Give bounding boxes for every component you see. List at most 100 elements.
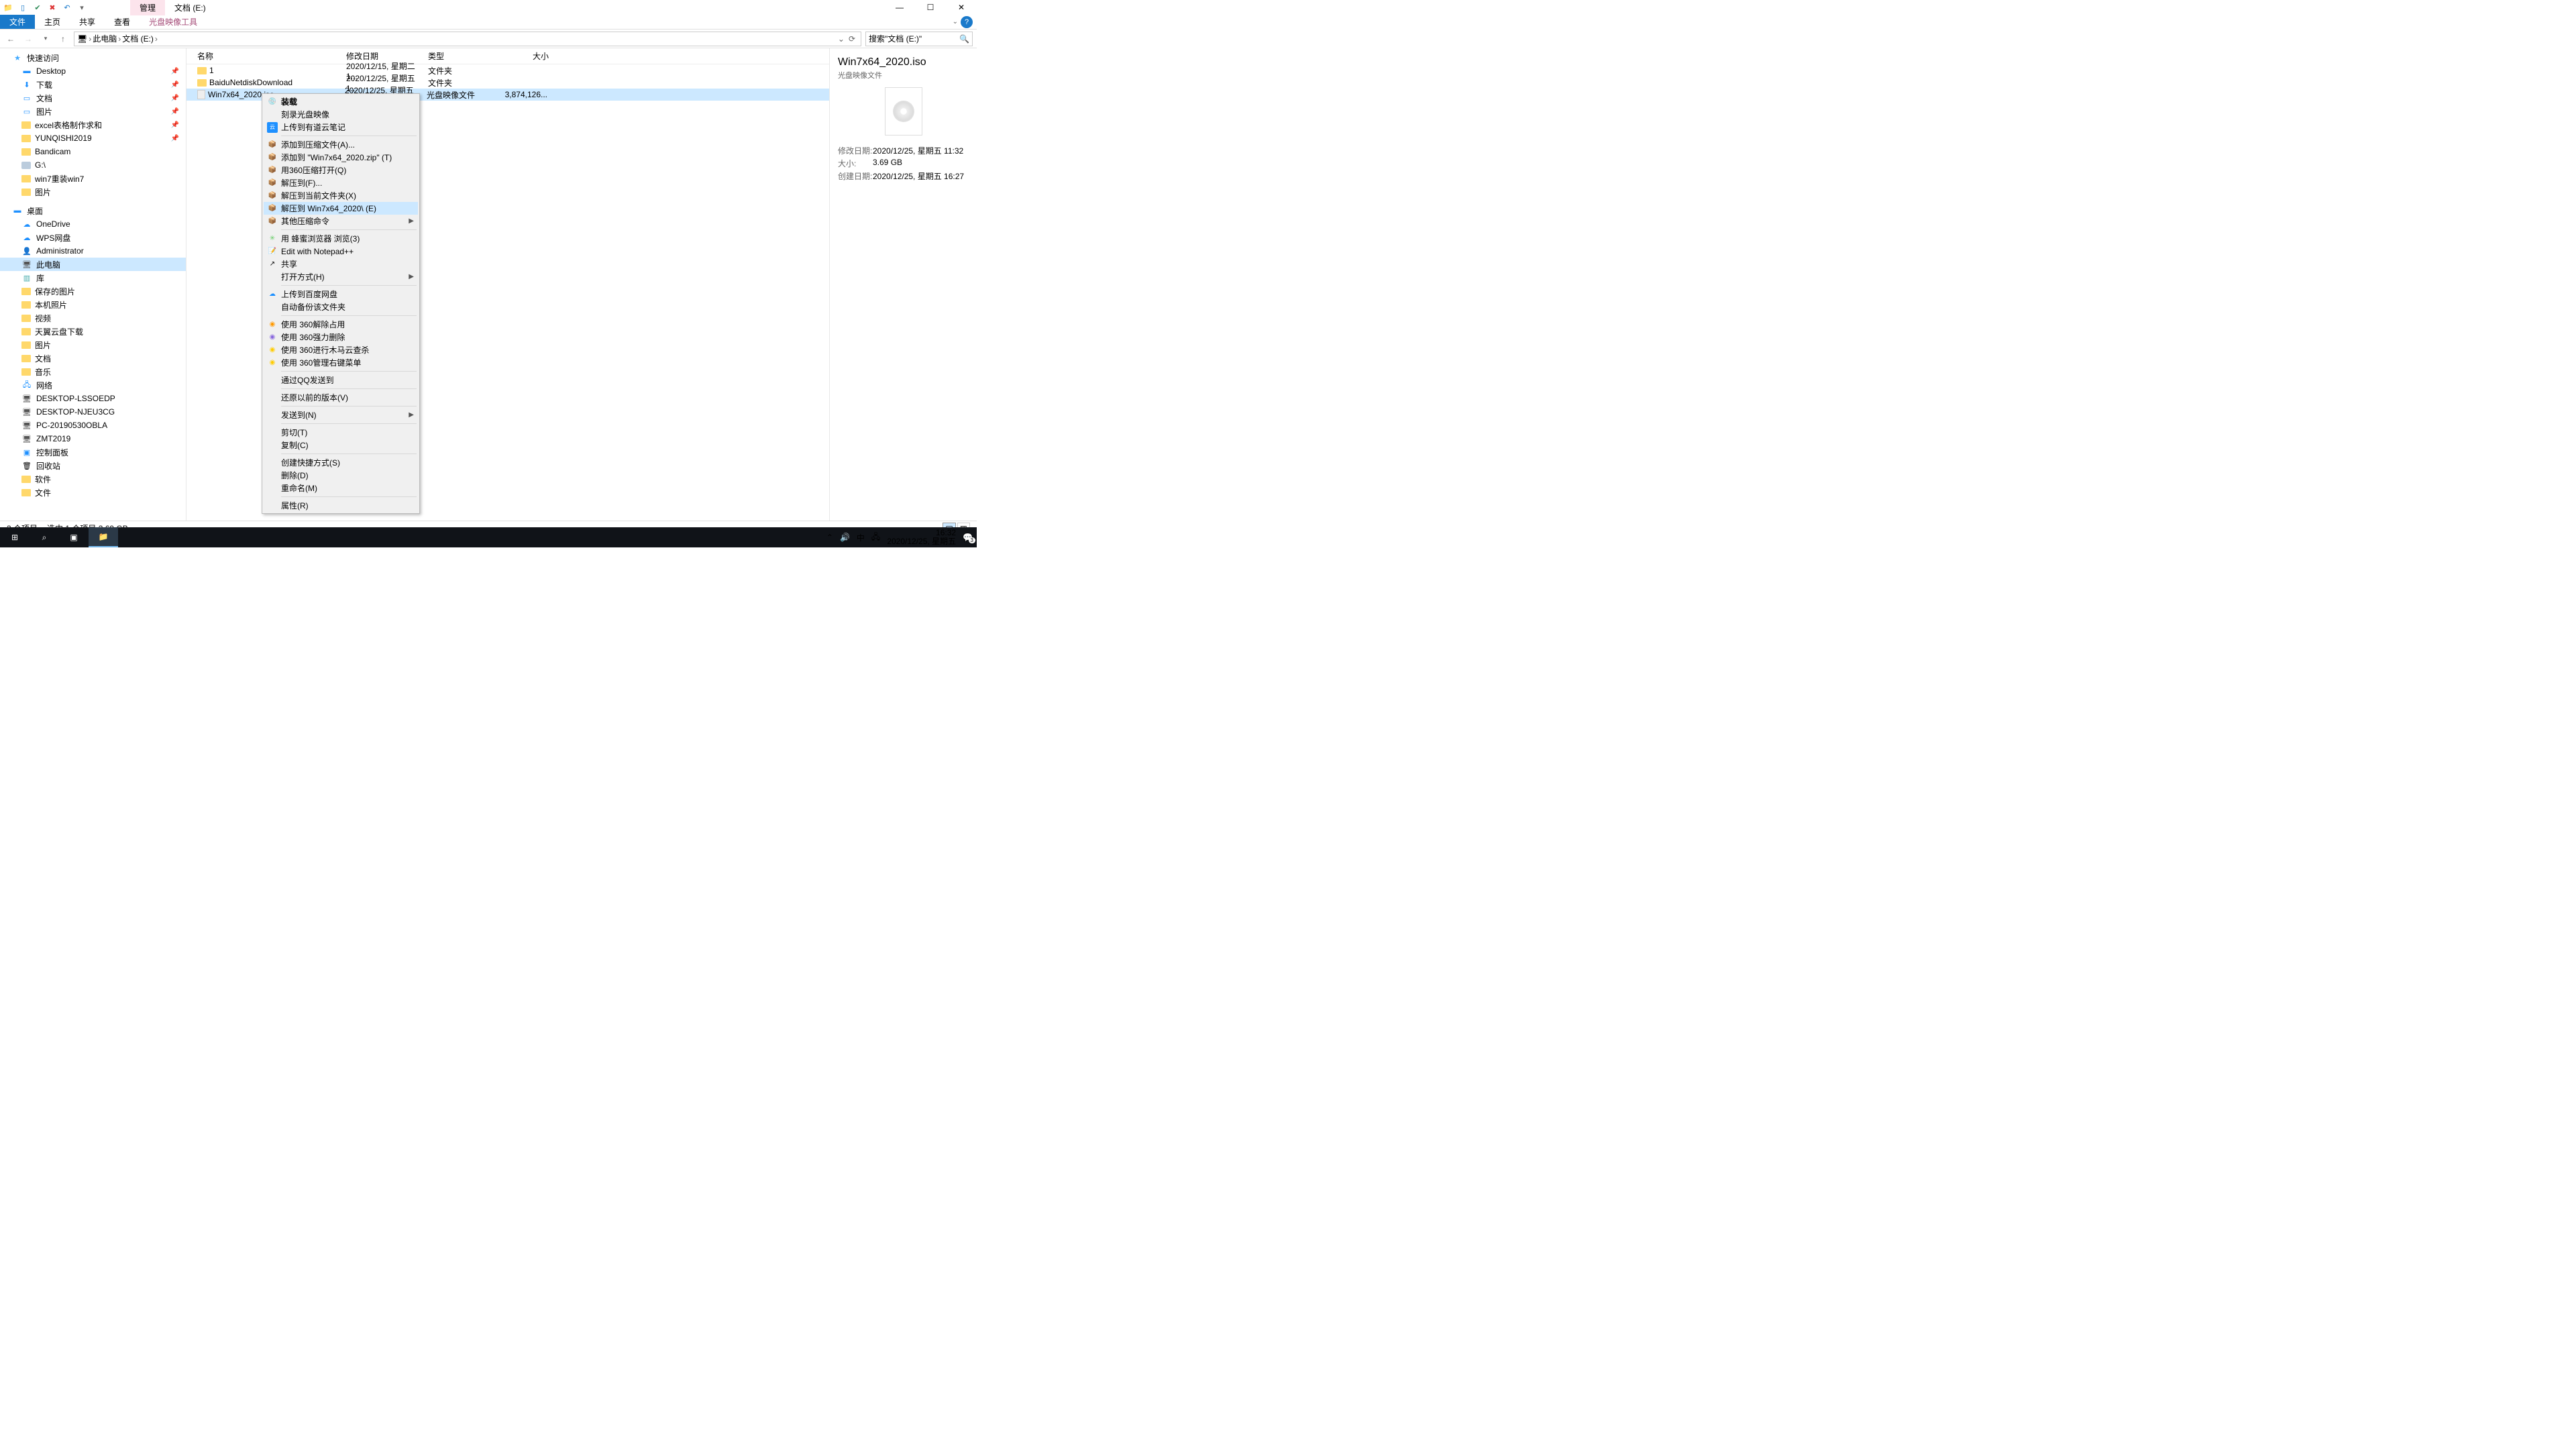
qat-properties-icon[interactable]: ▯ xyxy=(17,2,28,13)
minimize-button[interactable]: — xyxy=(884,0,915,15)
start-button[interactable]: ⊞ xyxy=(0,527,30,547)
cm-extract-to[interactable]: 📦解压到(F)... xyxy=(264,176,418,189)
file-row[interactable]: BaiduNetdiskDownload 2020/12/25, 星期五 1..… xyxy=(186,76,829,89)
cm-add-archive[interactable]: 📦添加到压缩文件(A)... xyxy=(264,138,418,151)
address-dropdown-icon[interactable]: ⌄ xyxy=(838,34,845,44)
volume-icon[interactable]: 🔊 xyxy=(840,533,850,542)
back-button[interactable]: ← xyxy=(4,32,17,46)
tree-excel[interactable]: excel表格制作求和📌 xyxy=(0,118,186,131)
tree-savedpics[interactable]: 保存的图片 xyxy=(0,284,186,298)
tree-admin[interactable]: 👤Administrator xyxy=(0,244,186,258)
tree-desktop[interactable]: ▬Desktop📌 xyxy=(0,64,186,78)
refresh-icon[interactable]: ⟳ xyxy=(849,34,855,44)
cm-360-scan[interactable]: ◉使用 360进行木马云查杀 xyxy=(264,343,418,356)
tree-bandicam[interactable]: Bandicam xyxy=(0,145,186,158)
col-name[interactable]: 名称 xyxy=(197,50,346,62)
qat-undo-icon[interactable]: ↶ xyxy=(62,2,72,13)
cm-extract-name[interactable]: 📦解压到 Win7x64_2020\ (E) xyxy=(264,202,418,215)
clock[interactable]: 16:32 2020/12/25, 星期五 xyxy=(887,529,956,546)
col-size[interactable]: 大小 xyxy=(495,50,549,62)
tree-music[interactable]: 音乐 xyxy=(0,365,186,378)
cm-restore[interactable]: 还原以前的版本(V) xyxy=(264,391,418,404)
cm-baidu[interactable]: ☁上传到百度网盘 xyxy=(264,288,418,301)
crumb-pc[interactable]: 此电脑 xyxy=(93,33,117,44)
cm-rename[interactable]: 重命名(M) xyxy=(264,482,418,494)
tree-quick-access[interactable]: ★快速访问 xyxy=(0,51,186,64)
cm-360-unlock[interactable]: ◉使用 360解除占用 xyxy=(264,318,418,331)
col-type[interactable]: 类型 xyxy=(428,50,495,62)
cm-add-zip[interactable]: 📦添加到 "Win7x64_2020.zip" (T) xyxy=(264,151,418,164)
forward-button[interactable]: → xyxy=(21,32,35,46)
ribbon-share[interactable]: 共享 xyxy=(70,15,105,29)
ribbon-view[interactable]: 查看 xyxy=(105,15,140,29)
tree-tianyi[interactable]: 天翼云盘下载 xyxy=(0,325,186,338)
qat-delete-icon[interactable]: ✖ xyxy=(47,2,58,13)
cm-copy[interactable]: 复制(C) xyxy=(264,439,418,451)
cm-extract-here[interactable]: 📦解压到当前文件夹(X) xyxy=(264,189,418,202)
tree-pics3[interactable]: 图片 xyxy=(0,338,186,352)
maximize-button[interactable]: ☐ xyxy=(915,0,946,15)
file-row[interactable]: 1 2020/12/15, 星期二 1... 文件夹 xyxy=(186,64,829,76)
cm-properties[interactable]: 属性(R) xyxy=(264,499,418,512)
tree-downloads[interactable]: ⬇下载📌 xyxy=(0,78,186,91)
tree-desktop-root[interactable]: ▬桌面 xyxy=(0,204,186,217)
cm-360-menu[interactable]: ◉使用 360管理右键菜单 xyxy=(264,356,418,369)
tree-win7[interactable]: win7重装win7 xyxy=(0,172,186,185)
qat-dropdown-icon[interactable]: ▾ xyxy=(76,2,87,13)
cm-mount[interactable]: 💿装载 xyxy=(264,95,418,108)
tree-localpics[interactable]: 本机照片 xyxy=(0,298,186,311)
cm-delete[interactable]: 删除(D) xyxy=(264,469,418,482)
tree-network[interactable]: 🖧网络 xyxy=(0,378,186,392)
cm-burn[interactable]: 刻录光盘映像 xyxy=(264,108,418,121)
tree-documents[interactable]: ▭文档📌 xyxy=(0,91,186,105)
crumb-drive[interactable]: 文档 (E:) xyxy=(122,33,154,44)
cm-honey[interactable]: ✳用 蜂蜜浏览器 浏览(3) xyxy=(264,232,418,245)
tree-soft[interactable]: 软件 xyxy=(0,472,186,486)
cm-360-delete[interactable]: ◉使用 360强力删除 xyxy=(264,331,418,343)
cm-open-with[interactable]: 打开方式(H)▶ xyxy=(264,270,418,283)
ribbon-home[interactable]: 主页 xyxy=(35,15,70,29)
tree-docs2[interactable]: 文档 xyxy=(0,352,186,365)
cm-shortcut[interactable]: 创建快捷方式(S) xyxy=(264,456,418,469)
tray-overflow-icon[interactable]: ⌃ xyxy=(826,533,833,542)
tree-pictures[interactable]: ▭图片📌 xyxy=(0,105,186,118)
cm-cut[interactable]: 剪切(T) xyxy=(264,426,418,439)
taskview-button[interactable]: ▣ xyxy=(59,527,89,547)
tree-recycle[interactable]: 🗑回收站 xyxy=(0,459,186,472)
tree-onedrive[interactable]: ☁OneDrive xyxy=(0,217,186,231)
tree-pc2[interactable]: 🖥DESKTOP-NJEU3CG xyxy=(0,405,186,419)
ribbon-expand-icon[interactable]: ⌄ xyxy=(953,18,958,25)
tree-files[interactable]: 文件 xyxy=(0,486,186,499)
cm-qq[interactable]: 通过QQ发送到 xyxy=(264,374,418,386)
tree-gdrive[interactable]: G:\ xyxy=(0,158,186,172)
tree-thispc[interactable]: 🖥此电脑 xyxy=(0,258,186,271)
tree-pc3[interactable]: 🖥PC-20190530OBLA xyxy=(0,419,186,432)
qat-checkmark-icon[interactable]: ✔ xyxy=(32,2,43,13)
up-button[interactable]: ↑ xyxy=(56,32,70,46)
tree-pc1[interactable]: 🖥DESKTOP-LSSOEDP xyxy=(0,392,186,405)
nav-tree[interactable]: ★快速访问 ▬Desktop📌 ⬇下载📌 ▭文档📌 ▭图片📌 excel表格制作… xyxy=(0,48,186,521)
breadcrumb[interactable]: 🖥 › 此电脑 › 文档 (E:) › ⌄ ⟳ xyxy=(74,32,861,46)
network-icon[interactable]: 🖧 xyxy=(871,531,880,545)
ribbon-file[interactable]: 文件 xyxy=(0,15,35,29)
recent-dropdown[interactable]: ▾ xyxy=(39,32,52,46)
tree-videos[interactable]: 视频 xyxy=(0,311,186,325)
cm-open-360[interactable]: 📦用360压缩打开(Q) xyxy=(264,164,418,176)
search-input[interactable]: 搜索"文档 (E:)" 🔍 xyxy=(865,32,973,46)
explorer-taskbar[interactable]: 📁 xyxy=(89,527,118,547)
cm-share[interactable]: ↗共享 xyxy=(264,258,418,270)
close-button[interactable]: ✕ xyxy=(946,0,977,15)
tree-pic2[interactable]: 图片 xyxy=(0,185,186,199)
cm-sendto[interactable]: 发送到(N)▶ xyxy=(264,409,418,421)
tree-yunqishi[interactable]: YUNQISHI2019📌 xyxy=(0,131,186,145)
search-button[interactable]: ⌕ xyxy=(30,527,59,547)
cm-other-comp[interactable]: 📦其他压缩命令▶ xyxy=(264,215,418,227)
tree-libraries[interactable]: ▥库 xyxy=(0,271,186,284)
cm-notepad[interactable]: 📝Edit with Notepad++ xyxy=(264,245,418,258)
ime-icon[interactable]: 中 xyxy=(857,532,865,543)
tree-cpanel[interactable]: ▣控制面板 xyxy=(0,445,186,459)
ribbon-disc-tools[interactable]: 光盘映像工具 xyxy=(140,15,207,29)
cm-youdao[interactable]: 云上传到有道云笔记 xyxy=(264,121,418,133)
tree-wps[interactable]: ☁WPS网盘 xyxy=(0,231,186,244)
action-center-icon[interactable]: 💬3 xyxy=(963,533,973,542)
